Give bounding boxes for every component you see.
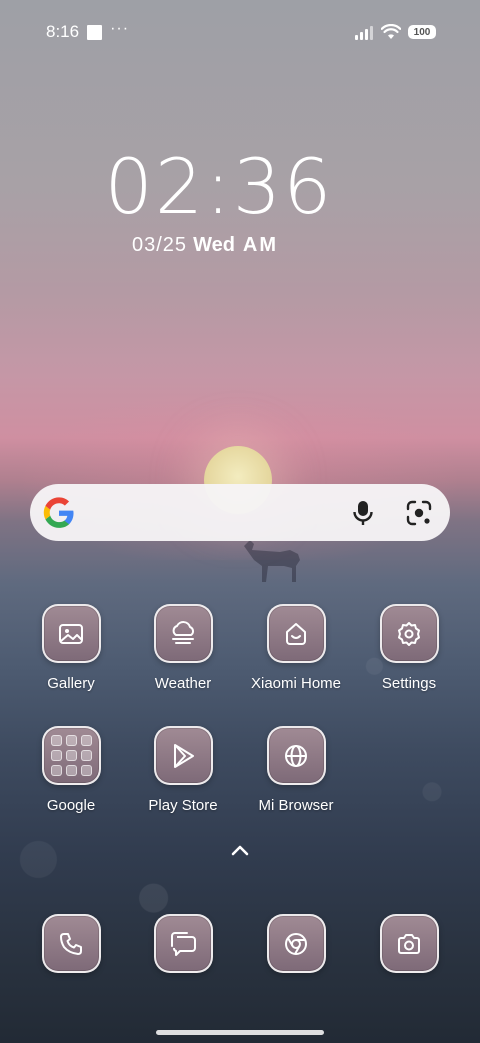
google-lens-icon[interactable]	[402, 496, 436, 530]
dock-chrome[interactable]	[241, 914, 351, 973]
microphone-icon[interactable]	[346, 496, 380, 530]
clock-date[interactable]: 03/25 Wed AM	[132, 234, 278, 257]
app-settings[interactable]: Settings	[354, 604, 464, 692]
xiaomi-home-icon[interactable]	[266, 604, 326, 663]
gallery-icon[interactable]	[41, 604, 101, 663]
camera-icon[interactable]	[379, 914, 439, 973]
app-label: Mi Browser	[258, 797, 334, 814]
app-gallery[interactable]: Gallery	[16, 604, 126, 692]
phone-icon[interactable]	[41, 914, 101, 973]
status-time: 8:16	[46, 22, 80, 41]
dock-camera[interactable]	[354, 914, 464, 973]
app-label: Xiaomi Home	[250, 675, 342, 692]
gesture-nav-handle[interactable]	[156, 1030, 324, 1035]
app-mi-browser[interactable]: Mi Browser	[241, 726, 351, 814]
app-label: Settings	[381, 675, 437, 692]
settings-icon[interactable]	[379, 604, 439, 663]
dock-phone[interactable]	[16, 914, 126, 973]
google-search-bar[interactable]	[30, 484, 450, 541]
app-label: Weather	[154, 675, 212, 692]
folder-preview-grid	[50, 735, 92, 776]
app-play-store[interactable]: Play Store	[128, 726, 238, 814]
wifi-icon	[381, 24, 401, 39]
date-text: 03/25	[132, 234, 188, 256]
app-label: Google	[46, 797, 96, 814]
google-folder-icon[interactable]	[41, 726, 101, 785]
chrome-icon[interactable]	[266, 914, 326, 973]
play-store-icon[interactable]	[153, 726, 213, 785]
status-bar: 8:16 ··· 100	[0, 0, 480, 64]
dock-messages[interactable]	[128, 914, 238, 973]
messages-icon[interactable]	[153, 914, 213, 973]
notification-square-icon	[87, 24, 103, 40]
app-xiaomi-home[interactable]: Xiaomi Home	[241, 604, 351, 692]
more-notifications-icon: ···	[110, 20, 130, 37]
app-label: Gallery	[47, 675, 95, 692]
battery-icon: 100	[408, 25, 436, 39]
status-right: 100	[354, 24, 436, 40]
app-google-folder[interactable]: Google	[16, 726, 126, 814]
ampm-text: AM	[242, 234, 279, 256]
weekday-text: Wed	[193, 234, 235, 256]
mi-browser-icon[interactable]	[266, 726, 326, 785]
app-label: Play Store	[148, 797, 218, 814]
app-weather[interactable]: Weather	[128, 604, 238, 692]
app-drawer-arrow-icon[interactable]	[229, 842, 251, 858]
clock-time[interactable]: 02:36	[0, 142, 430, 231]
status-left: 8:16 ···	[46, 20, 130, 42]
signal-icon	[355, 25, 373, 40]
weather-icon[interactable]	[153, 604, 213, 663]
google-logo	[43, 496, 74, 528]
